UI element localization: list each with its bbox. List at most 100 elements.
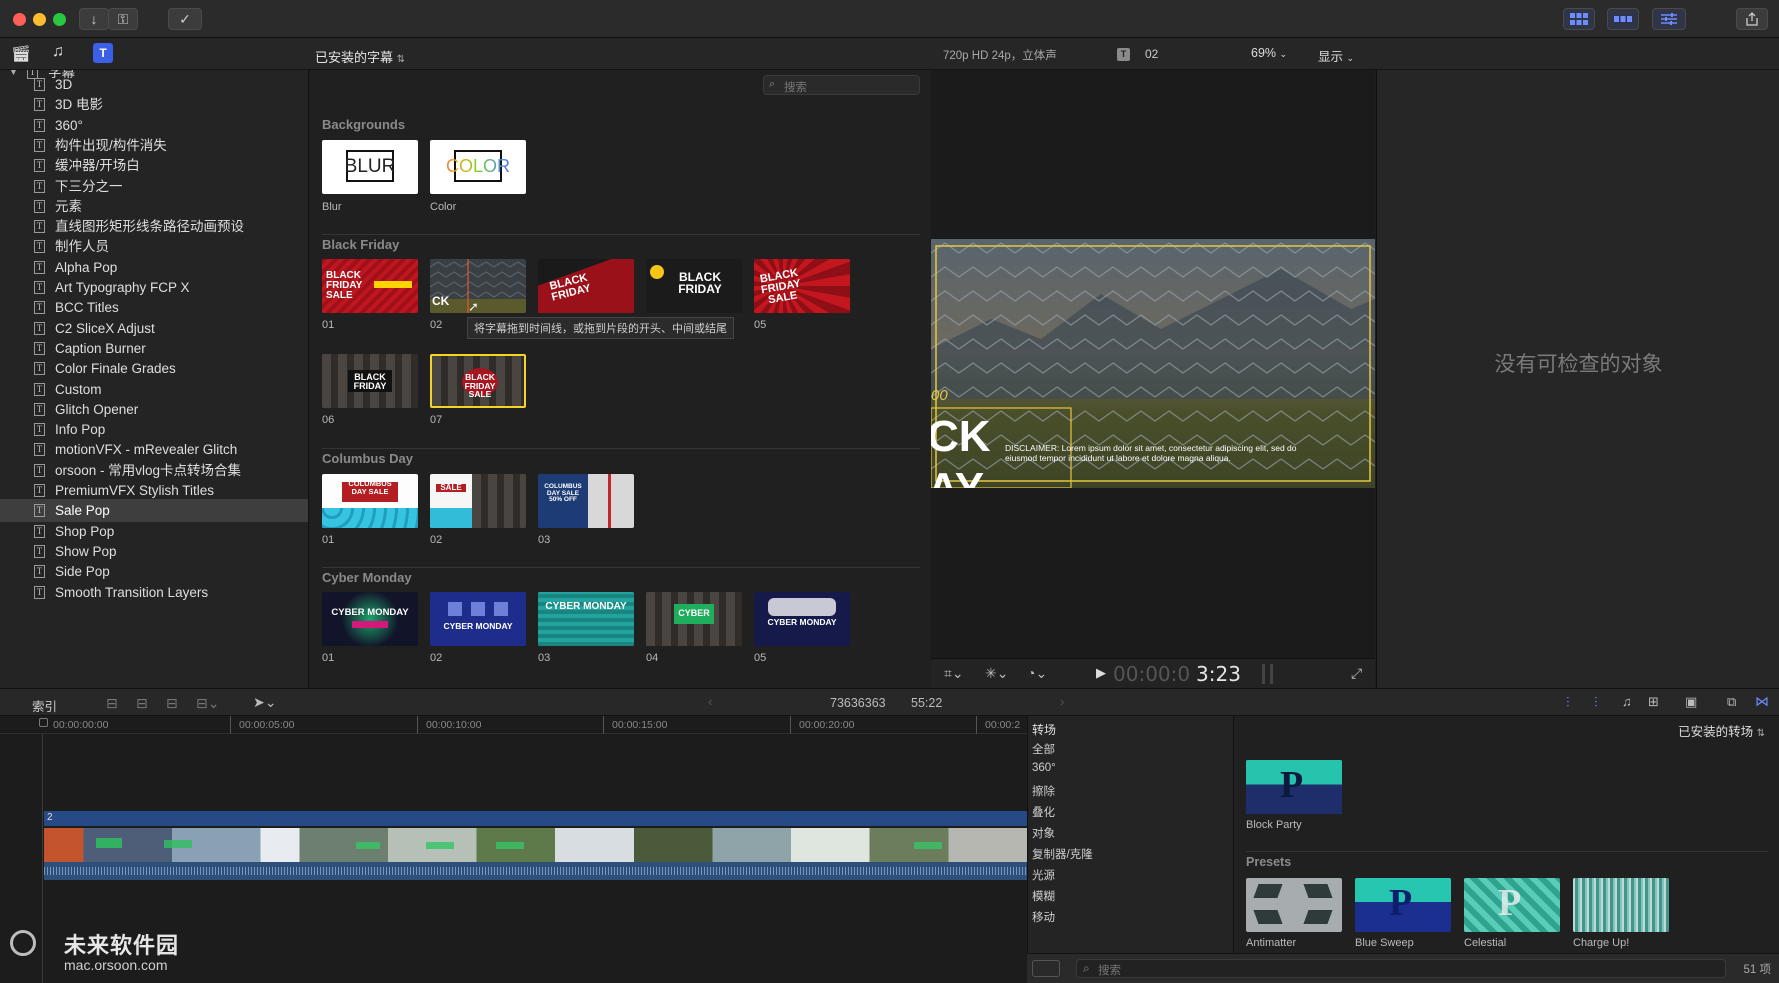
titles-icon: T bbox=[34, 179, 45, 193]
thumbnail-black-friday-05[interactable]: BLACK FRIDAY SALE bbox=[754, 259, 850, 313]
thumbnail-cyber-monday-04[interactable]: CYBER bbox=[646, 592, 742, 646]
video-clip-filmstrip[interactable] bbox=[44, 828, 1027, 862]
chevron-down-icon: ⌄ bbox=[1346, 53, 1355, 63]
viewer-canvas[interactable]: 00 CK AY DISCLAIMER: Lorem ipsum dolor s… bbox=[931, 239, 1375, 488]
sidebar-item-label: Sale Pop bbox=[55, 503, 110, 519]
timeline-toggle-button[interactable] bbox=[1607, 8, 1639, 30]
titles-icon: T bbox=[34, 382, 45, 396]
timeline[interactable]: 00:00:00:00 00:00:05:00 00:00:10:00 00:0… bbox=[0, 716, 1027, 983]
play-icon[interactable]: ▶ bbox=[1096, 665, 1106, 681]
zoom-dropdown[interactable]: 69% ⌄ bbox=[1251, 46, 1287, 60]
close-window-button[interactable] bbox=[13, 13, 26, 26]
installed-transitions-dropdown[interactable]: 已安装的转场 ⇅ bbox=[1678, 721, 1765, 740]
library-sidebar: ▼ T 字幕 T 3D T 3D 电影 T 360° T 构件出现/构件消失 T 缓冲器/开场白 T… bbox=[0, 70, 309, 688]
browser-search-field[interactable]: ⌕ 搜索 bbox=[763, 75, 920, 95]
titles-icon: T bbox=[34, 423, 45, 437]
thumbnail-label: 02 bbox=[430, 319, 443, 331]
thumbnail-black-friday-06[interactable]: BLACK FRIDAY bbox=[322, 354, 418, 408]
display-dropdown[interactable]: 显示 ⌄ bbox=[1318, 46, 1354, 65]
transition-category[interactable]: 复制器/克隆 bbox=[1032, 846, 1093, 862]
updown-chevron-icon: ⇅ bbox=[396, 54, 406, 65]
thumbnail-black-friday-03[interactable]: BLACK FRIDAY bbox=[538, 259, 634, 313]
lane-label: 2 bbox=[47, 812, 53, 823]
titles-icon: T bbox=[34, 199, 45, 213]
transition-category[interactable]: 擦除 bbox=[1032, 783, 1055, 799]
transition-category[interactable]: 移动 bbox=[1032, 909, 1055, 925]
keyword-button[interactable]: ⚿ bbox=[108, 8, 138, 30]
thumbnail-black-friday-07[interactable]: BLACK FRIDAY SALE bbox=[430, 354, 526, 408]
minimize-window-button[interactable] bbox=[33, 13, 46, 26]
thumbnail-columbus-day-03[interactable]: COLUMBUS DAY SALE 50% OFF bbox=[538, 474, 634, 528]
transition-category[interactable]: 模糊 bbox=[1032, 888, 1055, 904]
thumbnail-cyber-monday-01[interactable]: CYBER MONDAY bbox=[322, 592, 418, 646]
share-button[interactable] bbox=[1736, 8, 1768, 30]
transition-category[interactable]: 叠化 bbox=[1032, 804, 1055, 820]
audio-waveform[interactable] bbox=[44, 862, 1027, 880]
viewer-controls: ⌗⌄ ✳⌄ ◔⌄ ▶ 00:00:0 3:23 ⤢ bbox=[931, 658, 1375, 688]
thumbnail-celestial[interactable]: P bbox=[1464, 878, 1560, 932]
thumbnail-black-friday-01[interactable]: BLACK FRIDAY SALE bbox=[322, 259, 418, 313]
speed-icon[interactable]: ◔⌄ bbox=[1027, 665, 1047, 682]
transition-category[interactable]: 全部 bbox=[1032, 741, 1055, 757]
thumbnail-blue-sweep[interactable]: P bbox=[1355, 878, 1451, 932]
thumbnail-cyber-monday-05[interactable]: CYBER MONDAY bbox=[754, 592, 850, 646]
sidebar-toggle-icon[interactable] bbox=[1032, 960, 1060, 977]
import-button[interactable]: ↓ bbox=[79, 8, 109, 30]
thumbnail-cyber-monday-02[interactable]: CYBER MONDAY bbox=[430, 592, 526, 646]
insert-clip-icon[interactable]: ⊟ bbox=[136, 695, 148, 712]
thumbnail-label: 06 bbox=[322, 414, 335, 426]
thumbnail-antimatter[interactable] bbox=[1246, 878, 1342, 932]
transition-category[interactable]: 360° bbox=[1032, 762, 1056, 774]
history-back-icon[interactable]: ‹ bbox=[708, 694, 712, 709]
thumbnail-blur[interactable]: BLUR bbox=[322, 140, 418, 194]
crop-icon[interactable]: ⌗⌄ bbox=[944, 665, 964, 682]
transition-category[interactable]: 对象 bbox=[1032, 825, 1055, 841]
playhead[interactable] bbox=[42, 734, 43, 983]
append-clip-icon[interactable]: ⊟ bbox=[166, 695, 178, 712]
thumbnail-columbus-day-02[interactable]: SALE bbox=[430, 474, 526, 528]
overlay-big-text: CK bbox=[931, 412, 991, 461]
clip-appearance-icon[interactable]: ▣ bbox=[1685, 694, 1697, 710]
inspector: 没有可检查的对象 bbox=[1376, 70, 1779, 688]
browser-toggle-button[interactable] bbox=[1563, 8, 1595, 30]
overlay-disclaimer: DISCLAIMER: Lorem ipsum dolor sit amet, … bbox=[1005, 443, 1297, 464]
transition-category[interactable]: 光源 bbox=[1032, 867, 1055, 883]
solo-headphones-icon[interactable]: ♫ bbox=[1622, 694, 1632, 709]
sidebar-item-label: Side Pop bbox=[55, 564, 110, 580]
zoom-window-button[interactable] bbox=[53, 13, 66, 26]
connect-clip-icon[interactable]: ⊟ bbox=[106, 695, 118, 712]
search-icon: ⌕ bbox=[769, 78, 776, 90]
history-forward-icon[interactable]: › bbox=[1060, 694, 1064, 709]
thumbnail-cyber-monday-03[interactable]: CYBER MONDAY bbox=[538, 592, 634, 646]
snapping-icon[interactable]: ⊞ bbox=[1648, 694, 1659, 710]
sidebar-item-label: 缓冲器/开场白 bbox=[55, 158, 140, 174]
transitions-browser-icon[interactable]: ⋈ bbox=[1755, 693, 1769, 710]
inspector-toggle-button[interactable] bbox=[1652, 8, 1686, 30]
thumbnail-black-friday-04[interactable]: BLACK FRIDAY bbox=[646, 259, 742, 313]
library-title-dropdown[interactable]: 已安装的字幕 ⇅ bbox=[315, 47, 405, 66]
thumbnail-columbus-day-01[interactable]: COLUMBUS DAY SALE bbox=[322, 474, 418, 528]
thumbnail-color[interactable]: COLOR bbox=[430, 140, 526, 194]
timeline-ruler[interactable]: 00:00:00:00 00:00:05:00 00:00:10:00 00:0… bbox=[0, 716, 1027, 734]
title-clip-lane[interactable]: 2 bbox=[44, 811, 1027, 826]
photos-audio-icon[interactable]: ♫ bbox=[52, 43, 64, 61]
background-tasks-button[interactable]: ✓ bbox=[168, 8, 202, 30]
thumbnail-charge-up[interactable] bbox=[1573, 878, 1669, 932]
titles-generators-icon[interactable]: T bbox=[93, 43, 113, 63]
index-button[interactable]: 索引 bbox=[32, 696, 57, 715]
fullscreen-icon[interactable]: ⤢ bbox=[1351, 665, 1362, 682]
titles-icon: T bbox=[34, 220, 45, 234]
thumbnail-label: 07 bbox=[430, 414, 443, 426]
transform-wand-icon[interactable]: ✳⌄ bbox=[985, 665, 1008, 682]
thumbnail-block-party[interactable]: P bbox=[1246, 760, 1342, 814]
transitions-search-field[interactable]: ⌕ 搜索 bbox=[1076, 959, 1726, 978]
effects-browser-icon[interactable]: ⧉ bbox=[1727, 694, 1736, 710]
audio-skimming-icon[interactable]: ⫶ bbox=[1594, 694, 1598, 711]
overwrite-clip-icon[interactable]: ⊟⌄ bbox=[196, 695, 219, 712]
thumbnail-label: 02 bbox=[430, 534, 443, 546]
thumbnail-label: Blue Sweep bbox=[1355, 937, 1414, 949]
select-tool-icon[interactable]: ➤⌄ bbox=[253, 694, 276, 711]
skimming-icon[interactable]: ⫶ bbox=[1566, 694, 1570, 711]
sidebar-item[interactable]: T Smooth Transition Layers bbox=[0, 581, 308, 604]
clapper-icon[interactable]: 🎬︎ bbox=[11, 44, 31, 64]
